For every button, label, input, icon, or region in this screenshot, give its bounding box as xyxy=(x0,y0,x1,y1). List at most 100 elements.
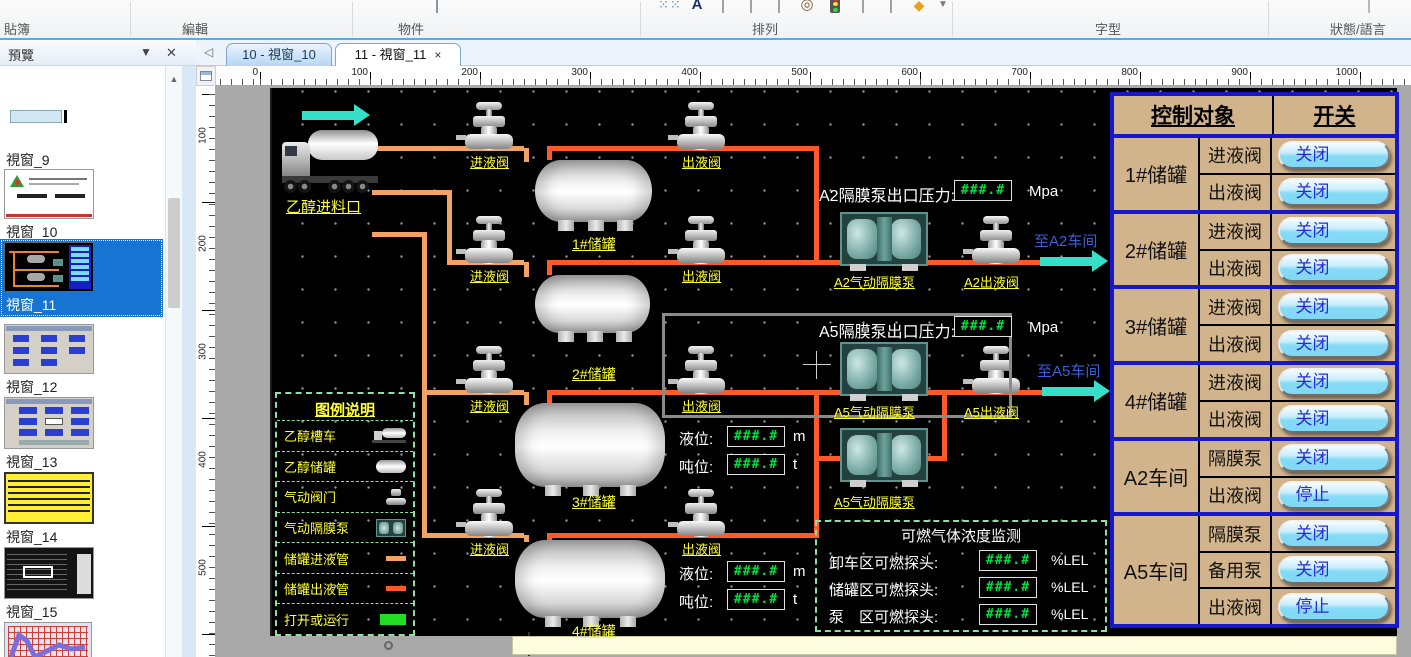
thumbnail-window-14[interactable] xyxy=(4,472,94,524)
tank-1[interactable] xyxy=(535,160,652,222)
inlet-valve-3[interactable] xyxy=(465,346,513,396)
switch-button[interactable]: 关闭 xyxy=(1278,254,1390,282)
selection-icon[interactable]: ⁙⁙ xyxy=(658,0,676,14)
feed-arrow-icon[interactable] xyxy=(302,104,370,126)
switch-button[interactable]: 关闭 xyxy=(1278,330,1390,358)
outlet-pipe[interactable] xyxy=(927,456,947,461)
thumbnail-window-11-selected[interactable]: 視窗_11 xyxy=(0,239,163,317)
switch-button[interactable]: 关闭 xyxy=(1278,405,1390,433)
inlet-pipe[interactable] xyxy=(524,392,529,405)
thumbnail-label[interactable]: 視窗_15 xyxy=(6,602,57,622)
inlet-valve-1-label[interactable]: 进液阀 xyxy=(470,152,509,171)
thumbnail-window-13[interactable] xyxy=(4,397,94,449)
dropdown-caret-icon[interactable]: ▼ xyxy=(934,0,952,14)
thumbnail-label[interactable]: 視窗_13 xyxy=(6,452,57,472)
switch-button[interactable]: 关闭 xyxy=(1278,444,1390,472)
outlet-valve-2-label[interactable]: 出液阀 xyxy=(682,266,721,285)
outlet-valve-4-label[interactable]: 出液阀 xyxy=(682,539,721,558)
machine-icon[interactable] xyxy=(854,0,872,14)
ruler-corner-icon[interactable] xyxy=(196,66,216,86)
grid-icon[interactable] xyxy=(770,0,788,14)
thumbnail-label[interactable]: 視窗_12 xyxy=(6,377,57,397)
switch-button[interactable]: 停止 xyxy=(1278,593,1390,621)
thumbnail-label[interactable]: 視窗_9 xyxy=(6,150,50,170)
traffic-light-icon[interactable] xyxy=(826,0,844,14)
inlet-pipe[interactable] xyxy=(422,232,427,395)
image-icon[interactable] xyxy=(714,0,732,14)
level-display[interactable]: ###.# xyxy=(727,561,785,582)
tab-window-10[interactable]: 10 - 視窗_10 xyxy=(226,43,332,66)
a2-outlet-valve[interactable] xyxy=(972,216,1020,266)
tank-4[interactable] xyxy=(515,540,665,618)
a2-pressure-display[interactable]: ###.# xyxy=(954,180,1012,201)
thumbnail-window-11[interactable] xyxy=(4,242,94,292)
thumbnail-label[interactable]: 視窗_14 xyxy=(6,527,57,547)
inlet-valve-3-label[interactable]: 进液阀 xyxy=(470,396,509,415)
a2-diaphragm-pump[interactable] xyxy=(840,212,928,266)
a2-pump-label[interactable]: A2气动隔膜泵 xyxy=(834,272,915,291)
switch-button[interactable]: 关闭 xyxy=(1278,368,1390,396)
inlet-valve-2[interactable] xyxy=(465,216,513,266)
truck-label[interactable]: 乙醇进料口 xyxy=(286,196,361,217)
chevron-down-icon[interactable]: ▼ xyxy=(140,45,152,59)
switch-button[interactable]: 关闭 xyxy=(1278,217,1390,245)
thumbnail-label[interactable]: 視窗_11 xyxy=(6,295,56,315)
gas-display[interactable]: ###.# xyxy=(979,604,1037,625)
switch-button[interactable]: 关闭 xyxy=(1278,556,1390,584)
inlet-pipe[interactable] xyxy=(524,148,529,162)
switch-button[interactable]: 关闭 xyxy=(1278,141,1390,169)
diamond-icon[interactable]: ◆ xyxy=(910,0,928,14)
thumbnail-window-9[interactable] xyxy=(10,110,62,123)
scrollbar-thumb[interactable] xyxy=(168,198,180,308)
a5-backup-pump[interactable] xyxy=(840,428,928,482)
tank-2-label[interactable]: 2#储罐 xyxy=(572,364,616,384)
switch-button[interactable]: 关闭 xyxy=(1278,293,1390,321)
tank-3-label[interactable]: 3#储罐 xyxy=(572,492,616,512)
tank-2[interactable] xyxy=(535,275,650,333)
outlet-valve-4[interactable] xyxy=(677,489,725,539)
status-icon[interactable] xyxy=(1360,0,1378,14)
a2-outlet-valve-label[interactable]: A2出液阀 xyxy=(964,272,1019,291)
inlet-valve-1[interactable] xyxy=(465,102,513,152)
inlet-pipe[interactable] xyxy=(524,535,529,542)
inlet-pipe[interactable] xyxy=(372,232,427,237)
a5-pump-label[interactable]: A5气动隔膜泵 xyxy=(834,402,915,421)
inlet-pipe[interactable] xyxy=(447,192,452,265)
outlet-valve-1[interactable] xyxy=(677,102,725,152)
inlet-valve-2-label[interactable]: 进液阀 xyxy=(470,266,509,285)
gas-display[interactable]: ###.# xyxy=(979,577,1037,598)
scroll-up-icon[interactable]: ▲ xyxy=(166,74,182,88)
text-icon[interactable]: A xyxy=(688,0,706,14)
tab-window-11[interactable]: 11 - 視窗_11× xyxy=(335,43,461,66)
machine-2-icon[interactable] xyxy=(882,0,900,14)
close-panel-icon[interactable]: ✕ xyxy=(166,45,177,61)
a5-backup-pump-label[interactable]: A5气动隔膜泵 xyxy=(834,492,915,511)
a5-outlet-valve-label[interactable]: A5出液阀 xyxy=(964,402,1019,421)
switch-button[interactable]: 关闭 xyxy=(1278,520,1390,548)
outlet-pipe[interactable] xyxy=(814,456,840,461)
tonnage-display[interactable]: ###.# xyxy=(727,589,785,610)
tank-1-label[interactable]: 1#储罐 xyxy=(572,234,616,254)
thumbnail-window-12[interactable] xyxy=(4,324,94,374)
level-display[interactable]: ###.# xyxy=(727,426,785,447)
preview-scrollbar[interactable]: ▲ xyxy=(165,66,182,657)
meter-icon[interactable]: ◎ xyxy=(798,0,816,14)
thumbnail-window-16[interactable] xyxy=(4,622,92,657)
inlet-valve-4-label[interactable]: 进液阀 xyxy=(470,539,509,558)
ethanol-truck[interactable] xyxy=(282,128,380,194)
inlet-pipe[interactable] xyxy=(524,262,529,277)
tank-3[interactable] xyxy=(515,403,665,487)
tab-close-icon[interactable]: × xyxy=(434,48,441,62)
gas-display[interactable]: ###.# xyxy=(979,550,1037,571)
panel-icon[interactable] xyxy=(742,0,760,14)
tank-4-label[interactable]: 4#储罐 xyxy=(572,621,616,641)
thumbnail-window-15[interactable] xyxy=(4,547,94,599)
switch-button[interactable]: 停止 xyxy=(1278,481,1390,509)
outlet-pipe[interactable] xyxy=(547,150,552,160)
hmi-screen-canvas[interactable]: 乙醇进料口 1#储罐 2#储罐 3#储罐 4#储罐 进液阀 出液阀 xyxy=(270,88,1397,636)
outlet-valve-1-label[interactable]: 出液阀 xyxy=(682,152,721,171)
a5-pressure-display[interactable]: ###.# xyxy=(954,316,1012,337)
tab-scroll-left-icon[interactable]: ◁ xyxy=(204,45,213,59)
inlet-valve-4[interactable] xyxy=(465,489,513,539)
thumbnail-window-10[interactable] xyxy=(4,169,94,219)
